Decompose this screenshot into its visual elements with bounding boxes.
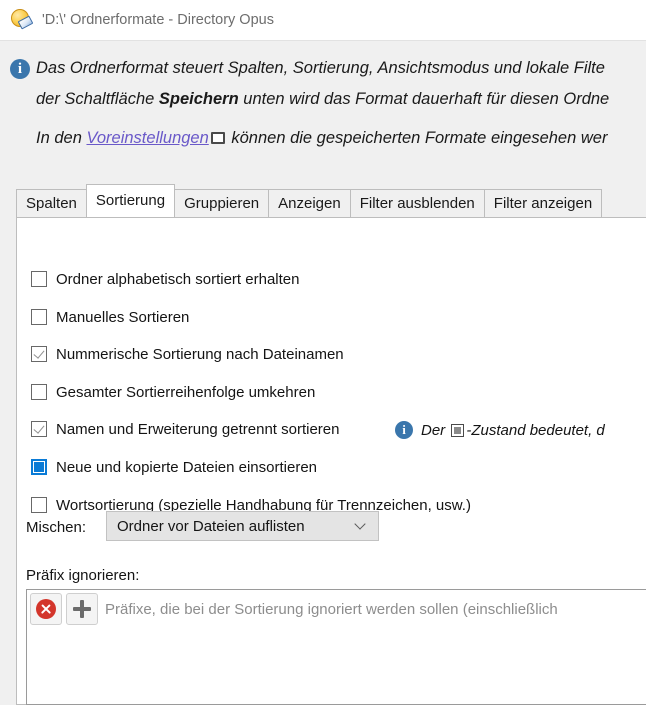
checkbox-row-manuelles-sortieren[interactable]: Manuelles Sortieren <box>31 306 189 328</box>
preferences-link[interactable]: Voreinstellungen <box>86 129 208 147</box>
prefix-ignore-listbox[interactable]: Präfixe, die bei der Sortierung ignorier… <box>26 589 646 705</box>
checkbox-label-nummerische-sortierung: Nummerische Sortierung nach Dateinamen <box>56 345 344 363</box>
mischen-selected-value: Ordner vor Dateien auflisten <box>117 517 305 535</box>
plus-icon <box>73 600 91 618</box>
checkbox-row-reihenfolge-umkehren[interactable]: Gesamter Sortierreihenfolge umkehren <box>31 381 315 403</box>
window-title: 'D:\' Ordnerformate - Directory Opus <box>42 12 274 28</box>
partial-state-note-text: Der -Zustand bedeutet, d <box>421 422 605 439</box>
checkbox-label-ordner-alphabetisch: Ordner alphabetisch sortiert erhalten <box>56 270 300 288</box>
tab-anzeigen[interactable]: Anzeigen <box>268 189 351 217</box>
chevron-down-icon <box>355 521 366 532</box>
checkbox-label-namen-erweiterung: Namen und Erweiterung getrennt sortieren <box>56 420 340 438</box>
tab-filter-anzeigen[interactable]: Filter anzeigen <box>483 189 603 217</box>
note-prefix: Der <box>421 421 450 439</box>
banner-line-2-bold: Speichern <box>158 90 239 108</box>
checkbox-neue-kopierte-dateien[interactable] <box>31 459 47 475</box>
checkbox-reihenfolge-umkehren[interactable] <box>31 384 47 400</box>
prefix-ignore-label: Präfix ignorieren: <box>26 567 140 584</box>
tab-spalten[interactable]: Spalten <box>16 189 87 217</box>
info-banner: i Das Ordnerformat steuert Spalten, Sort… <box>0 40 646 169</box>
monitor-icon <box>210 132 225 144</box>
checkbox-nummerische-sortierung[interactable] <box>31 346 47 362</box>
banner-line-3-suffix: können die gespeicherten Formate eingese… <box>226 129 608 147</box>
banner-line-2: der Schaltfläche Speichern unten wird da… <box>36 84 646 115</box>
banner-line-3: In den Voreinstellungen können die gespe… <box>36 129 646 148</box>
prefix-add-button[interactable] <box>66 593 98 625</box>
checkbox-wortsortierung[interactable] <box>31 497 47 513</box>
mischen-dropdown[interactable]: Ordner vor Dateien auflisten <box>106 511 379 541</box>
partial-state-note: i Der -Zustand bedeutet, d <box>395 421 646 439</box>
prefix-delete-button[interactable] <box>30 593 62 625</box>
tab-sortierung[interactable]: Sortierung <box>85 184 176 217</box>
partial-checkbox-glyph-icon <box>451 423 465 437</box>
banner-line-1: Das Ordnerformat steuert Spalten, Sortie… <box>36 59 605 77</box>
banner-line-3-prefix: In den <box>36 129 87 147</box>
banner-line-2-prefix: der Schaltfläche <box>36 90 159 108</box>
dialog-page: Spalten Sortierung Gruppieren Anzeigen F… <box>0 168 646 705</box>
title-bar: 'D:\' Ordnerformate - Directory Opus <box>0 0 646 40</box>
checkbox-row-neue-kopierte-dateien[interactable]: Neue und kopierte Dateien einsortieren <box>31 456 317 478</box>
checkbox-namen-erweiterung[interactable] <box>31 421 47 437</box>
checkbox-label-neue-kopierte-dateien: Neue und kopierte Dateien einsortieren <box>56 458 317 476</box>
tab-filter-ausblenden[interactable]: Filter ausblenden <box>349 189 485 217</box>
delete-circle-icon <box>36 599 56 619</box>
checkbox-row-ordner-alphabetisch[interactable]: Ordner alphabetisch sortiert erhalten <box>31 268 299 290</box>
note-suffix: -Zustand bedeutet, d <box>466 421 605 439</box>
mischen-label: Mischen: <box>26 519 87 536</box>
info-icon: i <box>10 59 30 79</box>
checkbox-manuelles-sortieren[interactable] <box>31 309 47 325</box>
banner-line-2-suffix: unten wird das Format dauerhaft für dies… <box>238 90 610 108</box>
checkbox-ordner-alphabetisch[interactable] <box>31 271 47 287</box>
tab-strip: Spalten Sortierung Gruppieren Anzeigen F… <box>16 184 603 217</box>
checkbox-row-nummerische-sortierung[interactable]: Nummerische Sortierung nach Dateinamen <box>31 343 344 365</box>
prefix-placeholder-text: Präfixe, die bei der Sortierung ignorier… <box>105 601 558 618</box>
directory-opus-logo-icon <box>10 8 34 32</box>
prefix-toolbar <box>30 593 98 625</box>
info-icon-small: i <box>395 421 413 439</box>
tab-gruppieren[interactable]: Gruppieren <box>174 189 270 217</box>
checkbox-label-reihenfolge-umkehren: Gesamter Sortierreihenfolge umkehren <box>56 383 316 401</box>
checkbox-label-manuelles-sortieren: Manuelles Sortieren <box>56 308 190 326</box>
checkbox-row-namen-erweiterung[interactable]: Namen und Erweiterung getrennt sortieren <box>31 418 340 440</box>
banner-text: Das Ordnerformat steuert Spalten, Sortie… <box>36 53 646 115</box>
